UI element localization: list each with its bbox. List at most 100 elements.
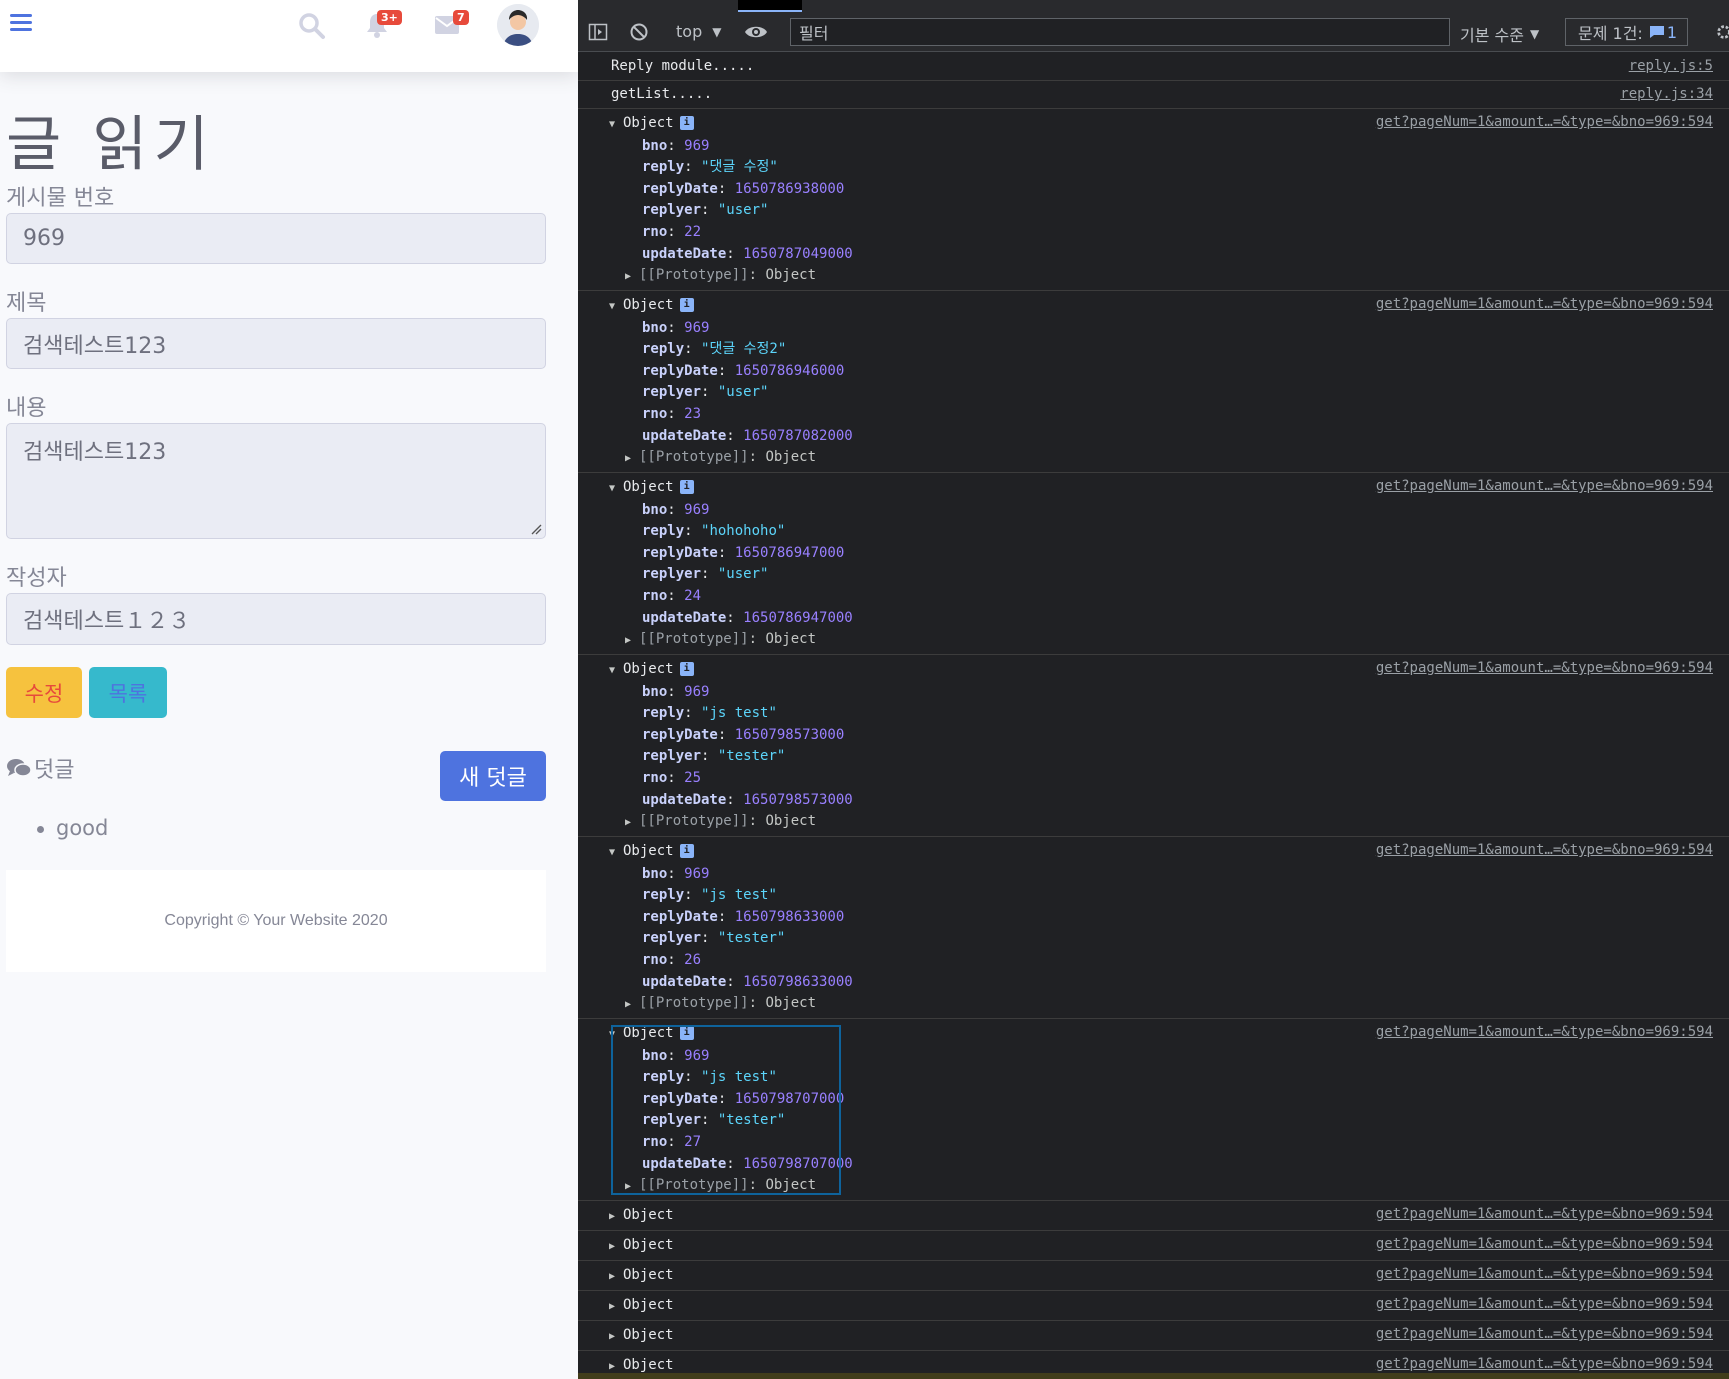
- source-link[interactable]: get?pageNum=1&amount…=&type=&bno=969:594: [1376, 294, 1713, 316]
- console-object-row-collapsed[interactable]: ▶ Object get?pageNum=1&amount…=&type=&bno=…: [578, 1321, 1729, 1351]
- search-icon[interactable]: [298, 12, 326, 40]
- expanded-arrow-icon[interactable]: ▼: [609, 114, 623, 136]
- reply-heading: 덧글: [6, 752, 74, 784]
- object-property: replyDate: 1650786946000: [642, 362, 845, 379]
- context-select[interactable]: top ▼: [676, 22, 721, 41]
- message-icon: [1649, 26, 1664, 38]
- filter-input[interactable]: 필터: [790, 18, 1450, 46]
- prototype-value: Object: [765, 449, 817, 466]
- collapsed-arrow-icon[interactable]: ▶: [609, 1236, 623, 1258]
- prototype-value: Object: [765, 813, 817, 830]
- clear-console-icon[interactable]: [629, 22, 649, 42]
- collapsed-arrow-icon[interactable]: ▶: [625, 448, 639, 470]
- console-object-row-collapsed[interactable]: ▶ Object get?pageNum=1&amount…=&type=&bno=…: [578, 1261, 1729, 1291]
- property-value: 969: [684, 501, 710, 518]
- property-key: updateDate: [642, 609, 727, 626]
- object-label: Object: [623, 1327, 674, 1343]
- object-label: Object: [623, 297, 674, 313]
- filter-placeholder: 필터: [799, 24, 829, 43]
- property-key: updateDate: [642, 973, 727, 990]
- log-level-value: 기본 수준: [1460, 26, 1524, 45]
- list-button[interactable]: 목록: [89, 667, 167, 718]
- object-label: Object: [623, 1297, 674, 1313]
- alerts-badge: 3+: [377, 10, 402, 25]
- property-key: replyer: [642, 202, 702, 219]
- prototype-row[interactable]: ▶ [[Prototype]]: Object: [611, 1175, 1729, 1198]
- console-output: Reply module..... reply.js:5 getList..... r…: [578, 53, 1729, 1379]
- object-property: updateDate: 1650787082000: [642, 427, 853, 444]
- console-object-row: ▼ Object i bno: 969 reply: "js test" replyDat…: [578, 837, 1729, 1019]
- prototype-row[interactable]: ▶ [[Prototype]]: Object: [611, 629, 1729, 652]
- console-object-row-collapsed[interactable]: ▶ Object get?pageNum=1&amount…=&type=&bno=…: [578, 1291, 1729, 1321]
- source-link[interactable]: get?pageNum=1&amount…=&type=&bno=969:594: [1376, 1264, 1713, 1286]
- content-text: 검색테스트123: [23, 440, 167, 465]
- content-textarea[interactable]: 검색테스트123: [6, 423, 546, 539]
- issues-button[interactable]: 문제 1건: 1: [1565, 18, 1688, 46]
- source-link[interactable]: get?pageNum=1&amount…=&type=&bno=969:594: [1376, 1234, 1713, 1256]
- property-key: bno: [642, 683, 668, 700]
- sidebar-toggle-icon[interactable]: [588, 22, 608, 42]
- resize-grip-icon[interactable]: [530, 523, 542, 535]
- property-value: "hohohoho": [701, 523, 786, 540]
- prototype-row[interactable]: ▶ [[Prototype]]: Object: [611, 265, 1729, 288]
- collapsed-arrow-icon[interactable]: ▶: [609, 1266, 623, 1288]
- property-value: 969: [684, 319, 710, 336]
- prototype-row[interactable]: ▶ [[Prototype]]: Object: [611, 993, 1729, 1016]
- collapsed-arrow-icon[interactable]: ▶: [609, 1296, 623, 1318]
- source-link[interactable]: reply.js:5: [1629, 56, 1713, 78]
- property-key: rno: [642, 769, 668, 786]
- prototype-value: Object: [765, 995, 817, 1012]
- source-link[interactable]: get?pageNum=1&amount…=&type=&bno=969:594: [1376, 1204, 1713, 1226]
- log-level-select[interactable]: 기본 수준 ▼: [1460, 22, 1539, 46]
- expanded-arrow-icon[interactable]: ▼: [609, 296, 623, 318]
- prototype-row[interactable]: ▶ [[Prototype]]: Object: [611, 447, 1729, 470]
- avatar[interactable]: [497, 4, 539, 46]
- collapsed-arrow-icon[interactable]: ▶: [625, 1176, 639, 1198]
- collapsed-arrow-icon[interactable]: ▶: [625, 630, 639, 652]
- collapsed-arrow-icon[interactable]: ▶: [609, 1326, 623, 1348]
- object-property: bno: 969: [642, 137, 710, 154]
- property-value: 1650787049000: [743, 245, 853, 262]
- collapsed-arrow-icon[interactable]: ▶: [625, 266, 639, 288]
- expanded-arrow-icon[interactable]: ▼: [609, 1024, 623, 1046]
- collapsed-arrow-icon[interactable]: ▶: [609, 1206, 623, 1228]
- title-field[interactable]: 검색테스트123: [6, 318, 546, 369]
- collapsed-arrow-icon[interactable]: ▶: [625, 812, 639, 834]
- object-property: replyer: "tester": [642, 748, 786, 765]
- source-link[interactable]: get?pageNum=1&amount…=&type=&bno=969:594: [1376, 840, 1713, 862]
- source-link[interactable]: get?pageNum=1&amount…=&type=&bno=969:594: [1376, 476, 1713, 498]
- object-label: Object: [623, 843, 674, 859]
- prototype-row[interactable]: ▶ [[Prototype]]: Object: [611, 811, 1729, 834]
- property-value: "댓글 수정": [701, 159, 778, 176]
- object-property: updateDate: 1650798633000: [642, 973, 853, 990]
- gear-icon[interactable]: [1715, 22, 1729, 42]
- collapsed-arrow-icon[interactable]: ▶: [625, 994, 639, 1016]
- expanded-arrow-icon[interactable]: ▼: [609, 842, 623, 864]
- new-reply-button[interactable]: 새 덧글: [440, 751, 546, 801]
- source-link[interactable]: get?pageNum=1&amount…=&type=&bno=969:594: [1376, 1294, 1713, 1316]
- source-link[interactable]: get?pageNum=1&amount…=&type=&bno=969:594: [1376, 1022, 1713, 1044]
- property-key: bno: [642, 1047, 668, 1064]
- property-value: 969: [684, 1047, 710, 1064]
- source-link[interactable]: get?pageNum=1&amount…=&type=&bno=969:594: [1376, 112, 1713, 134]
- bno-field[interactable]: 969: [6, 213, 546, 264]
- source-link[interactable]: get?pageNum=1&amount…=&type=&bno=969:594: [1376, 658, 1713, 680]
- console-object-row-collapsed[interactable]: ▶ Object get?pageNum=1&amount…=&type=&bno=…: [578, 1231, 1729, 1261]
- property-value: 23: [684, 405, 702, 422]
- edit-button[interactable]: 수정: [6, 667, 82, 718]
- tab-console[interactable]: [738, 0, 802, 12]
- issues-count: 1: [1666, 22, 1678, 42]
- hamburger-icon[interactable]: [10, 14, 32, 32]
- object-property: replyer: "user": [642, 566, 769, 583]
- expanded-arrow-icon[interactable]: ▼: [609, 478, 623, 500]
- console-object-row-collapsed[interactable]: ▶ Object get?pageNum=1&amount…=&type=&bno=…: [578, 1201, 1729, 1231]
- eye-icon[interactable]: [744, 23, 768, 41]
- property-key: rno: [642, 587, 668, 604]
- source-link[interactable]: get?pageNum=1&amount…=&type=&bno=969:594: [1376, 1324, 1713, 1346]
- object-property: replyer: "tester": [642, 930, 786, 947]
- writer-field[interactable]: 검색테스트１２３: [6, 593, 546, 645]
- source-link[interactable]: reply.js:34: [1620, 84, 1713, 106]
- expanded-arrow-icon[interactable]: ▼: [609, 660, 623, 682]
- object-property: updateDate: 1650787049000: [642, 245, 853, 262]
- object-property: reply: "hohohoho": [642, 523, 786, 540]
